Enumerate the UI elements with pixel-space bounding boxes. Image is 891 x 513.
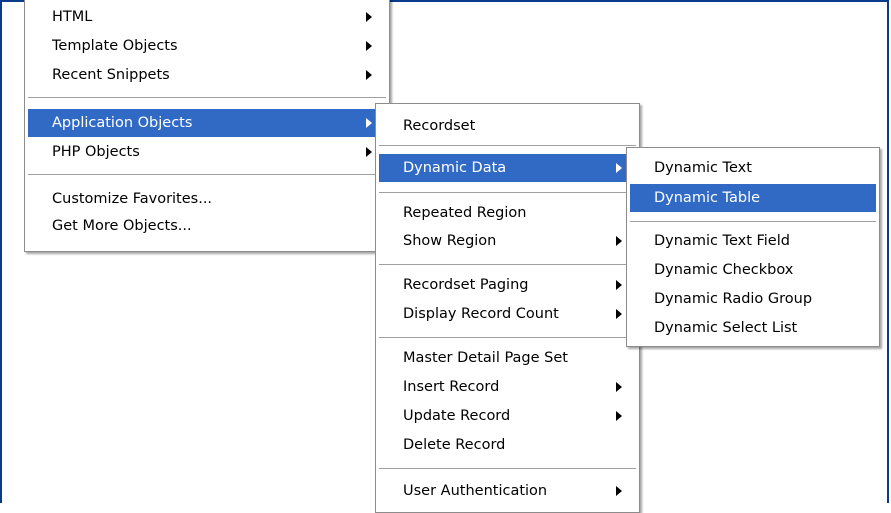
menu-item-repeated-region[interactable]: Repeated Region xyxy=(379,199,636,227)
chevron-right-icon xyxy=(366,118,372,128)
menu-item-customize-favorites[interactable]: Customize Favorites... xyxy=(28,185,386,213)
chevron-right-icon xyxy=(366,70,372,80)
menu-item-label: Master Detail Page Set xyxy=(403,350,568,366)
menu-item-user-authentication[interactable]: User Authentication xyxy=(379,477,636,505)
menu-item-recordset-paging[interactable]: Recordset Paging xyxy=(379,271,636,299)
menu-item-label: Dynamic Text Field xyxy=(654,233,790,249)
chevron-right-icon xyxy=(366,12,372,22)
menu-item-label: Dynamic Radio Group xyxy=(654,291,813,307)
menu-separator xyxy=(28,97,386,99)
menu-separator xyxy=(28,174,386,176)
chevron-right-icon xyxy=(616,382,622,392)
menu-item-label: Template Objects xyxy=(52,38,178,54)
chevron-right-icon xyxy=(366,147,372,157)
dynamic-data-submenu: Dynamic Text Dynamic Table Dynamic Text … xyxy=(626,147,880,347)
menu-item-get-more-objects[interactable]: Get More Objects... xyxy=(28,212,386,240)
menu-item-php-objects[interactable]: PHP Objects xyxy=(28,138,386,166)
menu-item-label: Repeated Region xyxy=(403,205,527,221)
menu-item-label: PHP Objects xyxy=(52,144,140,160)
menu-item-master-detail-page-set[interactable]: Master Detail Page Set xyxy=(379,344,636,372)
menu-item-label: Display Record Count xyxy=(403,306,559,322)
menu-item-label: Update Record xyxy=(403,408,511,424)
menu-item-insert-record[interactable]: Insert Record xyxy=(379,373,636,401)
menu-item-display-record-count[interactable]: Display Record Count xyxy=(379,300,636,328)
menu-item-delete-record[interactable]: Delete Record xyxy=(379,431,636,459)
menu-item-label: Delete Record xyxy=(403,437,506,453)
main-context-menu: HTML Template Objects Recent Snippets Ap… xyxy=(24,0,390,252)
menu-separator xyxy=(379,145,636,147)
application-objects-submenu: Recordset Dynamic Data Repeated Region S… xyxy=(375,103,640,513)
menu-item-label: Show Region xyxy=(403,233,497,249)
chevron-right-icon xyxy=(616,280,622,290)
menu-item-application-objects[interactable]: Application Objects xyxy=(28,109,386,137)
menu-item-label: Dynamic Select List xyxy=(654,320,798,336)
chevron-right-icon xyxy=(616,411,622,421)
menu-item-label: Recordset xyxy=(403,118,476,134)
menu-item-label: Dynamic Text xyxy=(654,160,752,176)
menu-item-label: User Authentication xyxy=(403,483,548,499)
chevron-right-icon xyxy=(616,163,622,173)
chevron-right-icon xyxy=(616,309,622,319)
menu-item-label: HTML xyxy=(52,9,93,25)
menu-item-dynamic-table[interactable]: Dynamic Table xyxy=(630,184,876,212)
menu-item-dynamic-radio-group[interactable]: Dynamic Radio Group xyxy=(630,285,876,313)
menu-item-label: Dynamic Table xyxy=(654,190,761,206)
menu-item-update-record[interactable]: Update Record xyxy=(379,402,636,430)
menu-item-template-objects[interactable]: Template Objects xyxy=(28,32,386,60)
menu-separator xyxy=(379,468,636,470)
menu-item-label: Dynamic Data xyxy=(403,160,507,176)
chevron-right-icon xyxy=(616,486,622,496)
chevron-right-icon xyxy=(366,41,372,51)
menu-separator xyxy=(379,192,636,194)
menu-item-label: Application Objects xyxy=(52,115,193,131)
menu-item-label: Recent Snippets xyxy=(52,67,170,83)
menu-item-label: Dynamic Checkbox xyxy=(654,262,794,278)
menu-item-label: Customize Favorites... xyxy=(52,191,213,207)
chevron-right-icon xyxy=(616,236,622,246)
menu-item-dynamic-text-field[interactable]: Dynamic Text Field xyxy=(630,227,876,255)
menu-item-dynamic-text[interactable]: Dynamic Text xyxy=(630,154,876,182)
menu-item-label: Insert Record xyxy=(403,379,500,395)
menu-item-recent-snippets[interactable]: Recent Snippets xyxy=(28,61,386,89)
menu-item-recordset[interactable]: Recordset xyxy=(379,112,636,140)
menu-item-dynamic-select-list[interactable]: Dynamic Select List xyxy=(630,314,876,342)
menu-item-label: Get More Objects... xyxy=(52,218,192,234)
menu-separator xyxy=(379,337,636,339)
menu-item-dynamic-data[interactable]: Dynamic Data xyxy=(379,154,636,182)
menu-item-label: Recordset Paging xyxy=(403,277,529,293)
menu-item-dynamic-checkbox[interactable]: Dynamic Checkbox xyxy=(630,256,876,284)
menu-item-show-region[interactable]: Show Region xyxy=(379,227,636,255)
menu-separator xyxy=(379,264,636,266)
menu-item-html[interactable]: HTML xyxy=(28,3,386,31)
menu-separator xyxy=(630,221,876,223)
